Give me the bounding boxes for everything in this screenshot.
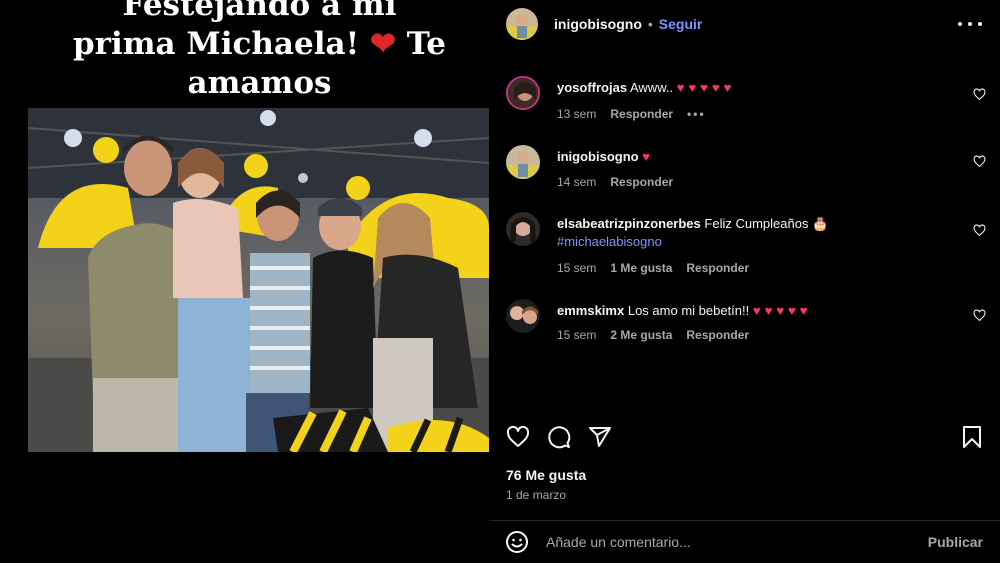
post-date: 1 de marzo bbox=[506, 488, 567, 502]
comment-body: elsabeatrizpinzonerbes Feliz Cumpleaños … bbox=[557, 215, 947, 251]
avatar-image bbox=[506, 145, 540, 179]
comment-item: yosoffrojas Awww.. ♥♥♥♥♥ 13 sem Responde… bbox=[506, 76, 986, 136]
comment-item: inigobisogno ♥ 14 sem Responder bbox=[506, 145, 986, 205]
comment-time: 15 sem bbox=[557, 328, 597, 342]
reply-button[interactable]: Responder bbox=[686, 328, 749, 342]
comment-text: Feliz Cumpleaños bbox=[704, 216, 809, 231]
avatar-image bbox=[506, 299, 540, 333]
comment-item: emmskimx Los amo mi bebetín!! ♥♥♥♥♥ 15 s… bbox=[506, 299, 986, 349]
caption-line-3: amamos bbox=[187, 65, 332, 101]
comment-username[interactable]: inigobisogno bbox=[557, 149, 639, 164]
comment-meta: 15 sem 2 Me gusta Responder bbox=[557, 328, 763, 342]
post-author-username[interactable]: inigobisogno bbox=[554, 16, 642, 32]
caption-line-1: Festejando a mi bbox=[122, 0, 397, 23]
story-caption: Festejando a mi prima Michaela! ❤ Te ama… bbox=[30, 0, 489, 103]
comment-username[interactable]: elsabeatrizpinzonerbes bbox=[557, 216, 701, 231]
cake-emoji: 🎂 bbox=[812, 216, 829, 231]
like-comment-icon[interactable] bbox=[973, 88, 986, 101]
post-panel: inigobisogno • Seguir yosoffrojas Awww..… bbox=[489, 0, 1000, 563]
reply-button[interactable]: Responder bbox=[686, 261, 749, 275]
comment-text: Los amo mi bebetín!! bbox=[627, 303, 750, 318]
hashtag-link[interactable]: #michaelabisogno bbox=[557, 234, 662, 249]
avatar-image bbox=[506, 212, 540, 246]
heart-emojis: ♥ bbox=[642, 149, 654, 164]
comment-bar: Publicar bbox=[489, 521, 1000, 563]
caption-line-2: prima Michaela! ❤ Te bbox=[72, 26, 447, 62]
bookmark-icon[interactable] bbox=[960, 425, 984, 449]
like-comment-icon[interactable] bbox=[973, 309, 986, 322]
comment-time: 13 sem bbox=[557, 107, 597, 121]
post-header: inigobisogno • Seguir bbox=[489, 0, 1000, 48]
post-media[interactable]: Festejando a mi prima Michaela! ❤ Te ama… bbox=[0, 0, 489, 563]
comment-text: Awww.. bbox=[629, 80, 674, 95]
comment-time: 15 sem bbox=[557, 261, 597, 275]
follow-button[interactable]: Seguir bbox=[659, 16, 703, 32]
comment-input[interactable] bbox=[546, 532, 906, 552]
comment-likes[interactable]: 1 Me gusta bbox=[610, 261, 672, 275]
comment-time: 14 sem bbox=[557, 175, 597, 189]
comment-item: elsabeatrizpinzonerbes Feliz Cumpleaños … bbox=[506, 212, 986, 282]
reply-button[interactable]: Responder bbox=[610, 107, 673, 121]
comment-meta: 14 sem Responder bbox=[557, 175, 687, 189]
heart-icon[interactable] bbox=[506, 425, 530, 449]
likes-count[interactable]: 76 Me gusta bbox=[506, 467, 586, 483]
post-photo bbox=[28, 108, 489, 452]
avatar[interactable] bbox=[506, 212, 540, 246]
comment-likes[interactable]: 2 Me gusta bbox=[610, 328, 672, 342]
heart-emojis: ♥♥♥♥♥ bbox=[752, 303, 812, 318]
post-actions bbox=[506, 425, 984, 449]
heart-emoji: ❤ bbox=[370, 26, 396, 62]
avatar[interactable] bbox=[506, 76, 540, 110]
comment-username[interactable]: yosoffrojas bbox=[557, 80, 627, 95]
header-separator: • bbox=[647, 16, 653, 32]
avatar[interactable] bbox=[506, 145, 540, 179]
publish-button[interactable]: Publicar bbox=[928, 534, 983, 550]
like-comment-icon[interactable] bbox=[973, 155, 986, 168]
share-icon[interactable] bbox=[588, 425, 612, 449]
comment-icon[interactable] bbox=[547, 425, 571, 449]
comment-options-icon[interactable]: ••• bbox=[687, 107, 706, 121]
comment-meta: 15 sem 1 Me gusta Responder bbox=[557, 261, 763, 275]
emoji-icon[interactable] bbox=[505, 530, 529, 554]
heart-emojis: ♥♥♥♥♥ bbox=[676, 80, 736, 95]
avatar[interactable] bbox=[506, 8, 538, 40]
comment-username[interactable]: emmskimx bbox=[557, 303, 624, 318]
comment-body: inigobisogno ♥ bbox=[557, 148, 947, 166]
comment-body: emmskimx Los amo mi bebetín!! ♥♥♥♥♥ bbox=[557, 302, 947, 320]
comment-body: yosoffrojas Awww.. ♥♥♥♥♥ bbox=[557, 79, 947, 97]
avatar-image bbox=[506, 8, 538, 40]
more-options-icon[interactable] bbox=[958, 14, 982, 34]
comment-meta: 13 sem Responder ••• bbox=[557, 107, 720, 121]
family-photo-illustration bbox=[28, 108, 489, 452]
avatar[interactable] bbox=[506, 299, 540, 333]
like-comment-icon[interactable] bbox=[973, 224, 986, 237]
avatar-image bbox=[508, 78, 538, 108]
reply-button[interactable]: Responder bbox=[610, 175, 673, 189]
